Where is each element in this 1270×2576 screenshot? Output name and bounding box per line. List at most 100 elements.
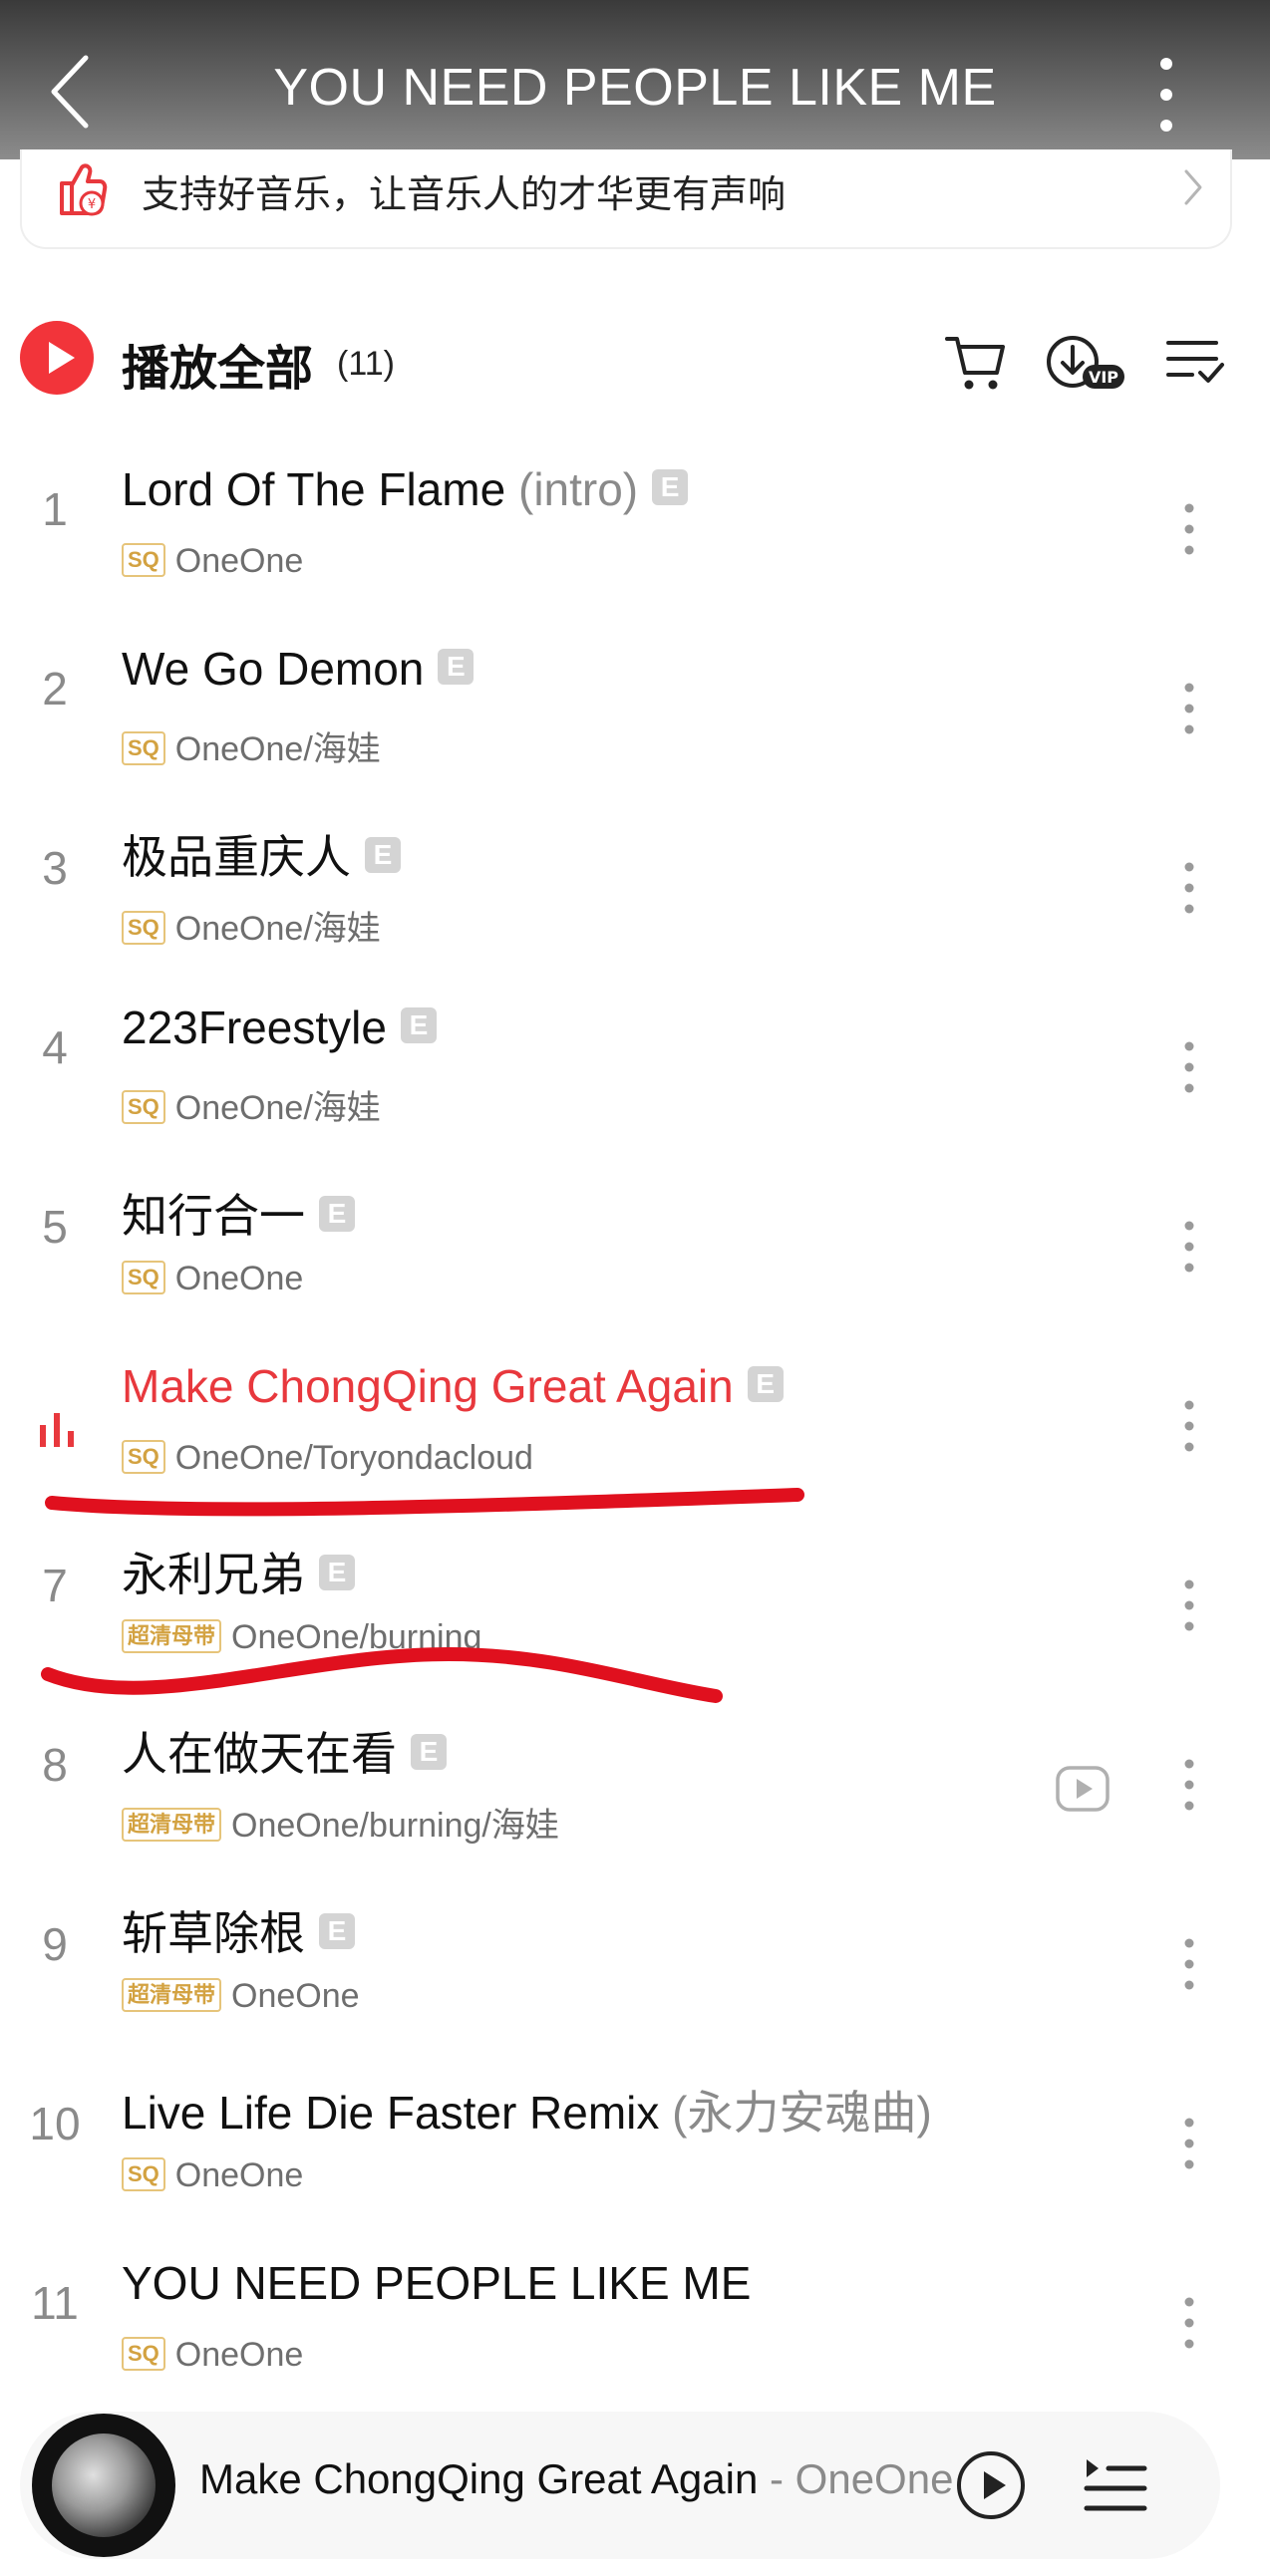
- track-subtitle: SQ OneOne/海娃: [122, 901, 381, 950]
- more-vertical-icon[interactable]: [1174, 1032, 1204, 1102]
- play-all-label: 播放全部: [122, 343, 314, 396]
- track-subtitle: SQ OneOne: [122, 1260, 303, 1298]
- explicit-badge: E: [365, 836, 401, 873]
- download-vip-icon[interactable]: VIP: [1043, 327, 1126, 397]
- track-number: 9: [42, 1918, 68, 1970]
- more-vertical-icon[interactable]: [1174, 853, 1204, 923]
- track-number: 4: [42, 1021, 68, 1073]
- track-artist: OneOne: [174, 1260, 304, 1297]
- album-art-disc[interactable]: [32, 2414, 175, 2557]
- track-title: 斩草除根 E: [122, 1897, 355, 1963]
- more-vertical-icon[interactable]: [1174, 2288, 1204, 2358]
- track-artist: OneOne: [174, 2336, 304, 2374]
- explicit-badge: E: [747, 1365, 784, 1402]
- track-number: 7: [42, 1560, 68, 1611]
- more-vertical-icon[interactable]: [1174, 1571, 1204, 1640]
- svg-text:¥: ¥: [88, 197, 96, 212]
- track-row[interactable]: 10 Live Life Die Faster Remix (永力安魂曲) SQ…: [0, 2053, 1270, 2232]
- explicit-badge: E: [411, 1733, 447, 1770]
- quality-badge: 超清母带: [122, 1808, 222, 1843]
- track-row[interactable]: 9 斩草除根 E 超清母带 OneOne: [0, 1873, 1270, 2053]
- cart-icon[interactable]: [941, 327, 1011, 397]
- track-artist: OneOne/海娃: [174, 910, 381, 948]
- more-options-icon[interactable]: [1146, 50, 1186, 140]
- quality-badge: 超清母带: [122, 1619, 222, 1654]
- track-row[interactable]: 2 We Go Demon E SQ OneOne/海娃: [0, 618, 1270, 797]
- quality-badge: SQ: [122, 1090, 165, 1125]
- list-select-icon[interactable]: [1162, 327, 1232, 397]
- track-count: (11): [337, 345, 395, 383]
- track-row[interactable]: 7 永利兄弟 E 超清母带 OneOne/burning: [0, 1515, 1270, 1694]
- now-playing-artist: - OneOne: [758, 2455, 953, 2502]
- track-number: 3: [42, 842, 68, 894]
- track-artist: OneOne: [174, 542, 304, 580]
- play-all-row[interactable]: 播放全部 (11) VIP: [0, 309, 1270, 409]
- more-vertical-icon[interactable]: [1174, 1929, 1204, 1999]
- quality-badge: 超清母带: [122, 1978, 222, 2013]
- playlist-queue-icon[interactable]: [1081, 2451, 1150, 2521]
- more-vertical-icon[interactable]: [1174, 1750, 1204, 1820]
- now-playing-title: Make ChongQing Great Again: [199, 2455, 759, 2502]
- track-artist: OneOne/burning: [231, 1618, 482, 1656]
- track-subtitle: SQ OneOne/Toryondacloud: [122, 1439, 533, 1478]
- more-vertical-icon[interactable]: [1174, 2109, 1204, 2178]
- page-title: YOU NEED PEOPLE LIKE ME: [273, 59, 997, 117]
- track-row[interactable]: 11 YOU NEED PEOPLE LIKE ME SQ OneOne: [0, 2232, 1270, 2412]
- track-title: 永利兄弟 E: [122, 1539, 355, 1604]
- explicit-badge: E: [319, 1195, 355, 1232]
- quality-badge: SQ: [122, 911, 165, 946]
- explicit-badge: E: [319, 1912, 355, 1949]
- track-number: 11: [31, 2277, 79, 2329]
- support-banner[interactable]: ¥ 支持好音乐，让音乐人的才华更有声响: [20, 149, 1232, 249]
- track-artist: OneOne: [231, 1977, 360, 2015]
- track-row[interactable]: 8 人在做天在看 E 超清母带 OneOne/burning/海娃: [0, 1694, 1270, 1873]
- track-row[interactable]: 5 知行合一 E SQ OneOne: [0, 1156, 1270, 1335]
- track-artist: OneOne/Toryondacloud: [174, 1439, 533, 1477]
- track-title: We Go Demon E: [122, 642, 475, 696]
- track-row[interactable]: 3 极品重庆人 E SQ OneOne/海娃: [0, 797, 1270, 977]
- play-all-button[interactable]: [20, 321, 94, 395]
- quality-badge: SQ: [122, 1440, 165, 1475]
- more-vertical-icon[interactable]: [1174, 1391, 1204, 1461]
- quality-badge: SQ: [122, 2337, 165, 2372]
- track-subtitle: SQ OneOne: [122, 542, 303, 581]
- video-play-icon[interactable]: [1055, 1764, 1111, 1814]
- track-number: 5: [42, 1201, 68, 1253]
- play-icon: [49, 342, 75, 374]
- explicit-badge: E: [400, 1006, 437, 1043]
- track-number: 8: [42, 1739, 68, 1791]
- thumbs-up-icon: ¥: [60, 163, 108, 216]
- track-title: 人在做天在看 E: [122, 1718, 447, 1784]
- more-vertical-icon[interactable]: [1174, 494, 1204, 564]
- track-number: 2: [42, 663, 68, 715]
- track-row[interactable]: 1 Lord Of The Flame (intro) E SQ OneOne: [0, 438, 1270, 618]
- track-subtitle: SQ OneOne: [122, 2336, 303, 2375]
- track-title: 知行合一 E: [122, 1180, 355, 1246]
- quality-badge: SQ: [122, 2157, 165, 2192]
- top-bar: YOU NEED PEOPLE LIKE ME: [0, 0, 1270, 159]
- track-subtitle: 超清母带 OneOne/burning/海娃: [122, 1798, 559, 1847]
- now-playing-equalizer-icon: [40, 1413, 74, 1447]
- explicit-badge: E: [438, 648, 475, 685]
- track-artist: OneOne/海娃: [174, 1089, 381, 1127]
- more-vertical-icon[interactable]: [1174, 674, 1204, 743]
- track-title: 223Freestyle E: [122, 1001, 437, 1054]
- track-row-now-playing[interactable]: Make ChongQing Great Again E SQ OneOne/Tor…: [0, 1335, 1270, 1515]
- explicit-badge: E: [652, 468, 689, 505]
- chevron-right-icon: [1184, 169, 1202, 205]
- track-row[interactable]: 4 223Freestyle E SQ OneOne/海娃: [0, 977, 1270, 1156]
- track-subtitle: SQ OneOne: [122, 2156, 303, 2195]
- svg-text:VIP: VIP: [1089, 368, 1118, 387]
- track-number: 10: [29, 2098, 81, 2149]
- more-vertical-icon[interactable]: [1174, 1212, 1204, 1282]
- track-artist: OneOne/海娃: [174, 730, 381, 768]
- mini-player[interactable]: Make ChongQing Great Again - OneOne: [20, 2412, 1220, 2559]
- album-cover: [52, 2433, 156, 2537]
- quality-badge: SQ: [122, 1261, 165, 1295]
- track-number: 1: [42, 483, 68, 535]
- quality-badge: SQ: [122, 543, 165, 578]
- track-title: 极品重庆人 E: [122, 821, 401, 887]
- track-title: Live Life Die Faster Remix (永力安魂曲): [122, 2087, 932, 2139]
- banner-text: 支持好音乐，让音乐人的才华更有声响: [142, 174, 787, 216]
- mini-play-button-icon[interactable]: [953, 2447, 1029, 2523]
